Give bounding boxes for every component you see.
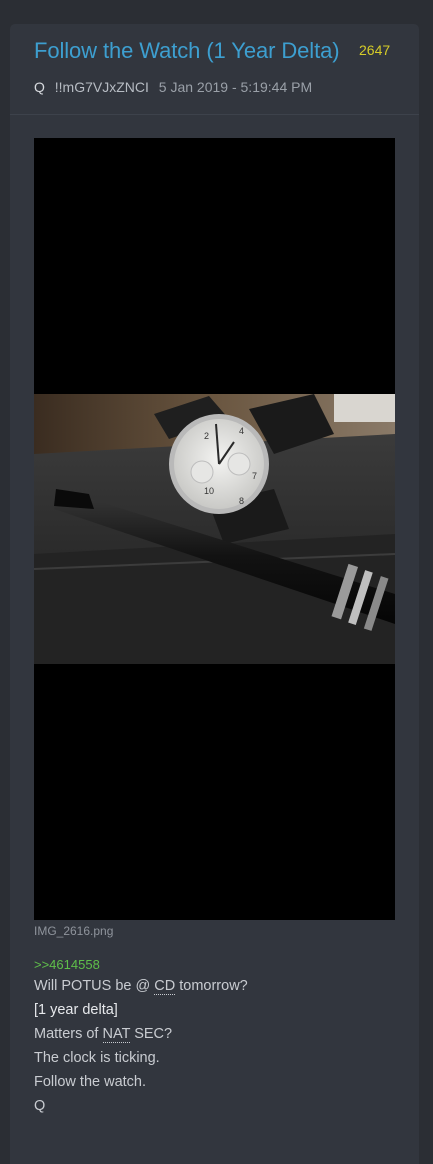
body-line: Follow the watch. bbox=[34, 1074, 147, 1090]
body-text: Will POTUS be @ bbox=[34, 978, 155, 994]
svg-text:8: 8 bbox=[239, 496, 244, 506]
body-line-delta: [1 year delta] bbox=[34, 1002, 118, 1018]
body-line: The clock is ticking. bbox=[34, 1050, 160, 1066]
post-meta: Q !!mG7VJxZNCI 5 Jan 2019 - 5:19:44 PM bbox=[34, 79, 312, 95]
abbreviation-nat[interactable]: NAT bbox=[102, 1026, 131, 1043]
svg-text:10: 10 bbox=[204, 486, 214, 496]
body-text: tomorrow? bbox=[175, 978, 248, 994]
post-header: Follow the Watch (1 Year Delta) 2647 Q !… bbox=[10, 24, 419, 115]
svg-text:4: 4 bbox=[239, 426, 244, 436]
quote-link[interactable]: >>4614558 bbox=[34, 956, 395, 974]
author-name: Q bbox=[34, 79, 45, 95]
body-line: Will POTUS be @ CD tomorrow? bbox=[34, 974, 395, 998]
post-date: 5 Jan 2019 - 5:19:44 PM bbox=[158, 79, 313, 95]
post-card: Follow the Watch (1 Year Delta) 2647 Q !… bbox=[10, 24, 419, 1164]
tripcode: !!mG7VJxZNCI bbox=[54, 79, 149, 95]
svg-text:2: 2 bbox=[204, 431, 209, 441]
svg-text:7: 7 bbox=[252, 471, 257, 481]
watch-pen-photo: 2 4 7 8 10 bbox=[34, 394, 395, 664]
signature: Q bbox=[34, 1098, 46, 1114]
attachment-image[interactable]: 2 4 7 8 10 bbox=[34, 138, 395, 920]
attachment-filename[interactable]: IMG_2616.png bbox=[34, 924, 113, 938]
abbreviation-cd[interactable]: CD bbox=[154, 978, 176, 995]
post-title[interactable]: Follow the Watch (1 Year Delta) bbox=[34, 38, 340, 64]
body-text: SEC? bbox=[130, 1026, 173, 1042]
body-text: Matters of bbox=[34, 1026, 103, 1042]
post-number[interactable]: 2647 bbox=[359, 42, 390, 58]
post-body: >>4614558 Will POTUS be @ CD tomorrow? [… bbox=[34, 956, 395, 1118]
body-line: Matters of NAT SEC? bbox=[34, 1022, 395, 1046]
